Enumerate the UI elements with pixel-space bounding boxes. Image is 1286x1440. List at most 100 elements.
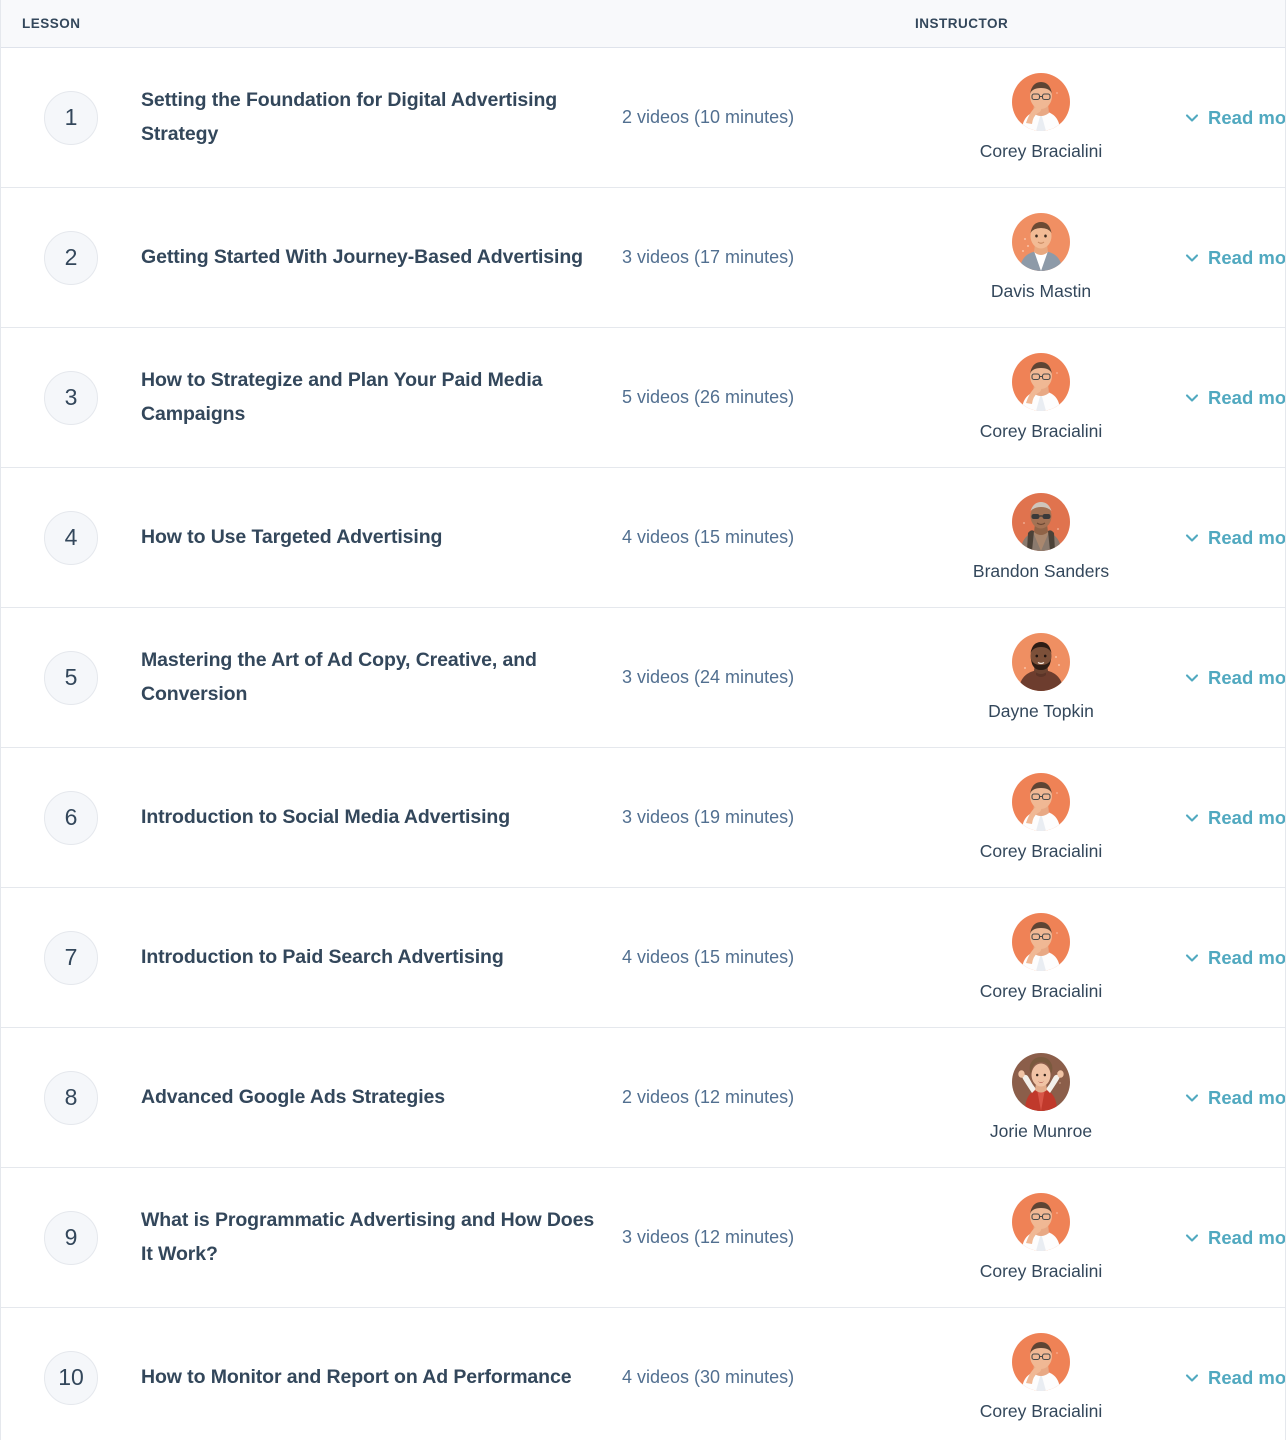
chevron-down-icon: [1185, 951, 1199, 965]
avatar: [1012, 72, 1070, 131]
read-more-button[interactable]: Read more: [1185, 106, 1286, 129]
lesson-title[interactable]: Setting the Foundation for Digital Adver…: [141, 84, 597, 151]
instructor-cell: Corey Bracialini: [921, 912, 1161, 1003]
instructor-cell: Brandon Sanders: [921, 492, 1161, 583]
read-more-button[interactable]: Read more: [1185, 1086, 1286, 1109]
instructor-cell: Jorie Munroe: [921, 1052, 1161, 1143]
lesson-videos-cell: 3 videos (17 minutes): [621, 245, 921, 270]
lesson-title[interactable]: What is Programmatic Advertising and How…: [141, 1204, 597, 1271]
table-row[interactable]: 7 Introduction to Paid Search Advertising…: [1, 888, 1285, 1028]
instructor-name: Corey Bracialini: [979, 1400, 1103, 1421]
chevron-down-icon: [1185, 1231, 1199, 1245]
lesson-videos-cell: 3 videos (12 minutes): [621, 1225, 921, 1250]
lesson-videos-cell: 5 videos (26 minutes): [621, 385, 921, 410]
read-more-label: Read more: [1208, 666, 1286, 688]
lesson-number-cell: 9: [1, 1210, 141, 1265]
lesson-videos-cell: 4 videos (15 minutes): [621, 945, 921, 970]
lesson-video-count: 5 videos (26 minutes): [622, 386, 795, 407]
lesson-number-cell: 2: [1, 230, 141, 285]
table-row[interactable]: 5 Mastering the Art of Ad Copy, Creative,…: [1, 608, 1285, 748]
lesson-title[interactable]: Advanced Google Ads Strategies: [141, 1081, 597, 1115]
table-row[interactable]: 2 Getting Started With Journey-Based Adve…: [1, 188, 1285, 328]
read-more-label: Read more: [1208, 1226, 1286, 1248]
avatar: [1012, 1052, 1070, 1111]
table-row[interactable]: 1 Setting the Foundation for Digital Adve…: [1, 48, 1285, 188]
chevron-down-icon: [1185, 251, 1199, 265]
lesson-action-cell: Read more: [1161, 666, 1286, 689]
lesson-number-badge: 1: [44, 90, 98, 145]
read-more-button[interactable]: Read more: [1185, 527, 1285, 549]
instructor-name: Jorie Munroe: [989, 1120, 1093, 1141]
lesson-title-cell: How to Use Targeted Advertising: [141, 521, 621, 555]
course-lessons-table: LESSON INSTRUCTOR 1 Setting the Foundatio…: [0, 0, 1286, 1440]
lesson-number-cell: 5: [1, 650, 141, 705]
lesson-action-cell: Read more: [1161, 106, 1286, 129]
lesson-action-cell: Read more: [1161, 386, 1286, 409]
lesson-video-count: 3 videos (17 minutes): [622, 246, 795, 267]
table-row[interactable]: 6 Introduction to Social Media Advertisin…: [1, 748, 1285, 888]
table-row[interactable]: 9 What is Programmatic Advertising and Ho…: [1, 1168, 1285, 1308]
lesson-videos-cell: 4 videos (15 minutes): [621, 525, 921, 550]
lesson-video-count: 3 videos (24 minutes): [622, 666, 795, 687]
lesson-title[interactable]: How to Use Targeted Advertising: [141, 521, 597, 555]
read-more-button[interactable]: Read more: [1185, 386, 1286, 409]
lesson-video-count: 3 videos (19 minutes): [622, 806, 795, 827]
avatar: [1012, 1192, 1070, 1251]
lesson-title[interactable]: How to Monitor and Report on Ad Performa…: [141, 1361, 597, 1395]
read-more-button[interactable]: Read more: [1185, 947, 1285, 969]
lesson-title-cell: Introduction to Social Media Advertising: [141, 801, 621, 835]
table-row[interactable]: 10 How to Monitor and Report on Ad Perfor…: [1, 1308, 1285, 1440]
read-more-label: Read more: [1208, 1366, 1286, 1388]
read-more-label: Read more: [1208, 106, 1286, 128]
instructor-name: Brandon Sanders: [972, 560, 1110, 581]
read-more-label: Read more: [1208, 246, 1286, 268]
read-more-button[interactable]: Read more: [1185, 666, 1286, 689]
instructor-name: Corey Bracialini: [979, 980, 1103, 1001]
lesson-number-cell: 1: [1, 90, 141, 145]
lesson-action-cell: Read more: [1161, 246, 1286, 269]
read-more-label: Read more: [1208, 806, 1286, 828]
lesson-action-cell: Read more: [1161, 947, 1285, 969]
read-more-button[interactable]: Read more: [1185, 246, 1286, 269]
table-row[interactable]: 8 Advanced Google Ads Strategies 2 videos …: [1, 1028, 1285, 1168]
chevron-down-icon: [1185, 391, 1199, 405]
lesson-number-badge: 10: [44, 1350, 98, 1405]
table-row[interactable]: 3 How to Strategize and Plan Your Paid Me…: [1, 328, 1285, 468]
avatar: [1012, 772, 1070, 831]
lesson-number-cell: 4: [1, 510, 141, 565]
lesson-number-badge: 6: [44, 790, 98, 845]
lesson-number-badge: 4: [44, 510, 98, 565]
lesson-title-cell: How to Strategize and Plan Your Paid Med…: [141, 364, 621, 431]
lesson-number-badge: 5: [44, 650, 98, 705]
lesson-title[interactable]: Introduction to Paid Search Advertising: [141, 941, 597, 975]
lesson-title[interactable]: Getting Started With Journey-Based Adver…: [141, 241, 597, 275]
lesson-title[interactable]: How to Strategize and Plan Your Paid Med…: [141, 364, 597, 431]
avatar: [1012, 632, 1070, 691]
lesson-videos-cell: 3 videos (24 minutes): [621, 665, 921, 690]
instructor-name: Davis Mastin: [990, 280, 1092, 301]
read-more-button[interactable]: Read more: [1185, 806, 1286, 829]
lesson-number-cell: 10: [1, 1350, 141, 1405]
lesson-rows: 1 Setting the Foundation for Digital Adve…: [1, 48, 1285, 1440]
instructor-cell: Corey Bracialini: [921, 772, 1161, 863]
read-more-label: Read more: [1208, 386, 1286, 408]
chevron-down-icon: [1185, 1091, 1199, 1105]
lesson-number-badge: 8: [44, 1070, 98, 1125]
lesson-action-cell: Read more: [1161, 1086, 1286, 1109]
lesson-action-cell: Read more: [1161, 1226, 1286, 1249]
avatar: [1012, 1332, 1070, 1391]
lesson-video-count: 4 videos (15 minutes): [622, 946, 795, 967]
column-header-instructor: INSTRUCTOR: [915, 16, 1009, 31]
read-more-button[interactable]: Read more: [1185, 1226, 1286, 1249]
lesson-number-badge: 7: [44, 930, 98, 985]
read-more-label: Read more: [1208, 1086, 1286, 1108]
avatar: [1012, 212, 1070, 271]
table-row[interactable]: 4 How to Use Targeted Advertising 4 videos…: [1, 468, 1285, 608]
lesson-title[interactable]: Introduction to Social Media Advertising: [141, 801, 597, 835]
lesson-videos-cell: 2 videos (10 minutes): [621, 105, 921, 130]
read-more-button[interactable]: Read more: [1185, 1366, 1286, 1389]
lesson-title-cell: Setting the Foundation for Digital Adver…: [141, 84, 621, 151]
lesson-title-cell: What is Programmatic Advertising and How…: [141, 1204, 621, 1271]
lesson-action-cell: Read more: [1161, 527, 1285, 549]
lesson-title[interactable]: Mastering the Art of Ad Copy, Creative, …: [141, 644, 597, 711]
